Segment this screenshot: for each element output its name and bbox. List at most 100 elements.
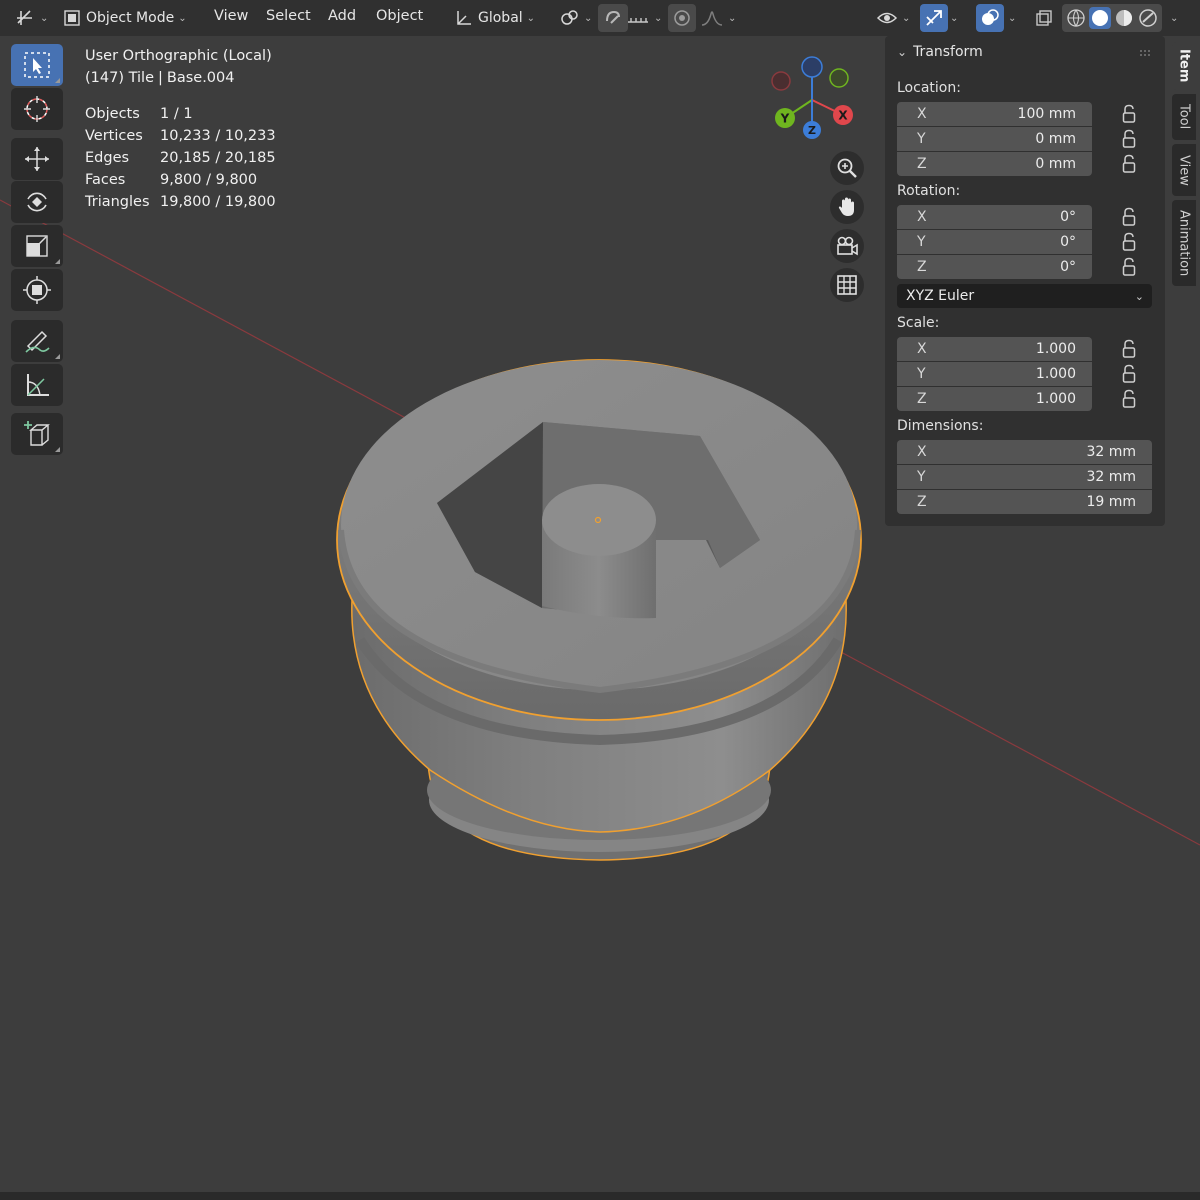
location-z-field[interactable]: Z 0 mm <box>897 152 1092 176</box>
select-box-tool[interactable] <box>11 44 63 86</box>
lock-rotation-x-icon[interactable] <box>1122 207 1136 227</box>
orientation-label: Global <box>478 10 523 26</box>
cursor-tool[interactable] <box>11 88 63 130</box>
drag-handle-icon[interactable] <box>1139 49 1151 57</box>
selected-object[interactable] <box>336 359 862 861</box>
view-name: User Orthographic (Local) <box>85 48 272 64</box>
scale-x-field[interactable]: X 1.000 <box>897 337 1092 361</box>
lock-rotation-y-icon[interactable] <box>1122 232 1136 252</box>
toggle-projection-button[interactable] <box>830 268 864 302</box>
solid-shading-button[interactable] <box>1089 7 1111 29</box>
location-x-field[interactable]: X 100 mm <box>897 102 1092 126</box>
camera-view-button[interactable] <box>830 229 864 263</box>
orientation-axes-icon <box>457 11 471 25</box>
gizmo-toggle[interactable] <box>920 4 948 32</box>
rotation-z-field[interactable]: Z 0° <box>897 255 1092 279</box>
axis-label: X <box>917 106 927 122</box>
pan-view-button[interactable] <box>830 190 864 224</box>
mode-select[interactable]: Object Mode ⌄ <box>62 4 187 32</box>
chevron-down-icon: ⌄ <box>1134 289 1144 303</box>
overlays-toggle[interactable] <box>976 4 1004 32</box>
stat-value: 9,800 / 9,800 <box>160 172 258 188</box>
pivot-point-select[interactable]: ⌄ <box>558 4 592 32</box>
lock-scale-z-icon[interactable] <box>1122 389 1136 409</box>
stat-label: Edges <box>85 150 130 166</box>
falloff-curve-icon <box>701 11 723 26</box>
tab-animation[interactable]: Animation <box>1172 200 1196 286</box>
mode-label: Object Mode <box>86 10 175 26</box>
zoom-view-button[interactable] <box>830 151 864 185</box>
axis-grid-icon <box>17 10 32 25</box>
dimensions-x-field[interactable]: X 32 mm <box>897 440 1152 464</box>
menu-object[interactable]: Object <box>376 8 423 24</box>
tab-view[interactable]: View <box>1172 144 1196 196</box>
chevron-down-icon[interactable]: ⌄ <box>1170 4 1178 32</box>
lock-rotation-z-icon[interactable] <box>1122 257 1136 277</box>
lock-scale-x-icon[interactable] <box>1122 339 1136 359</box>
wireframe-shading-icon[interactable] <box>1065 7 1087 29</box>
tool-options-indicator <box>55 78 60 83</box>
proportional-editing-toggle[interactable] <box>668 4 696 32</box>
dimensions-y-field[interactable]: Y 32 mm <box>897 465 1152 489</box>
object-mode-icon <box>64 10 80 26</box>
lock-location-z-icon[interactable] <box>1122 154 1136 174</box>
gizmo-y-label: Y <box>780 112 790 126</box>
lock-scale-y-icon[interactable] <box>1122 364 1136 384</box>
move-tool[interactable] <box>11 138 63 180</box>
camera-icon <box>837 236 858 256</box>
axis-label: Z <box>917 259 927 275</box>
stat-row: Faces 9,800 / 9,800 <box>85 169 276 191</box>
editor-type-button[interactable]: ⌄ <box>14 4 48 32</box>
chevron-down-icon[interactable]: ⌄ <box>1008 4 1016 32</box>
frame-number: (147) <box>85 70 124 86</box>
menu-add[interactable]: Add <box>328 8 356 24</box>
chevron-down-icon: ⌄ <box>584 12 593 24</box>
annotate-tool[interactable] <box>11 320 63 362</box>
gizmo-neg-y-ball[interactable] <box>829 68 849 88</box>
material-shading-icon[interactable] <box>1113 7 1135 29</box>
rotation-label: Rotation: <box>897 183 961 199</box>
dimensions-label: Dimensions: <box>897 418 984 434</box>
stat-value: 20,185 / 20,185 <box>160 150 276 166</box>
dimensions-z-field[interactable]: Z 19 mm <box>897 490 1152 514</box>
location-y-field[interactable]: Y 0 mm <box>897 127 1092 151</box>
menu-select[interactable]: Select <box>266 8 311 24</box>
chevron-down-icon: ⌄ <box>897 45 908 59</box>
transform-orientation-select[interactable]: Global ⌄ <box>454 4 535 32</box>
chevron-down-icon: ⌄ <box>654 12 663 24</box>
pivot-icon <box>561 10 578 25</box>
axis-label: X <box>917 444 927 460</box>
transform-tool[interactable] <box>11 269 63 311</box>
select-box-icon <box>24 52 50 78</box>
object-name: Base.004 <box>166 70 235 86</box>
lock-location-y-icon[interactable] <box>1122 129 1136 149</box>
menu-view[interactable]: View <box>214 8 248 24</box>
tab-tool[interactable]: Tool <box>1172 94 1196 140</box>
tab-item[interactable]: Item <box>1172 42 1196 90</box>
gizmo-neg-x-ball[interactable] <box>771 71 791 91</box>
transform-panel-header[interactable]: ⌄ Transform <box>897 44 983 60</box>
proportional-falloff-select[interactable]: ⌄ <box>700 4 736 32</box>
snap-target-select[interactable]: ⌄ <box>626 4 662 32</box>
lock-location-x-icon[interactable] <box>1122 104 1136 124</box>
rotation-mode-value: XYZ Euler <box>906 288 975 304</box>
rotation-y-field[interactable]: Y 0° <box>897 230 1092 254</box>
rotation-x-field[interactable]: X 0° <box>897 205 1092 229</box>
chevron-down-icon: ⌄ <box>728 12 737 24</box>
xray-toggle[interactable] <box>1034 4 1054 32</box>
rotation-mode-select[interactable]: XYZ Euler ⌄ <box>897 284 1152 308</box>
scale-z-field[interactable]: Z 1.000 <box>897 387 1092 411</box>
scale-tool[interactable] <box>11 225 63 267</box>
chevron-down-icon[interactable]: ⌄ <box>950 4 958 32</box>
navigation-gizmo[interactable]: X Y Z <box>762 50 862 140</box>
axis-label: Y <box>917 366 926 382</box>
rendered-shading-icon[interactable] <box>1137 7 1159 29</box>
rotate-tool[interactable] <box>11 181 63 223</box>
add-cube-tool[interactable] <box>11 413 63 455</box>
measure-tool[interactable] <box>11 364 63 406</box>
gizmo-neg-z-ball[interactable] <box>801 56 823 78</box>
snap-toggle[interactable] <box>598 4 628 32</box>
visibility-select[interactable]: ⌄ <box>876 4 910 32</box>
scale-y-field[interactable]: Y 1.000 <box>897 362 1092 386</box>
tool-options-indicator <box>55 447 60 452</box>
